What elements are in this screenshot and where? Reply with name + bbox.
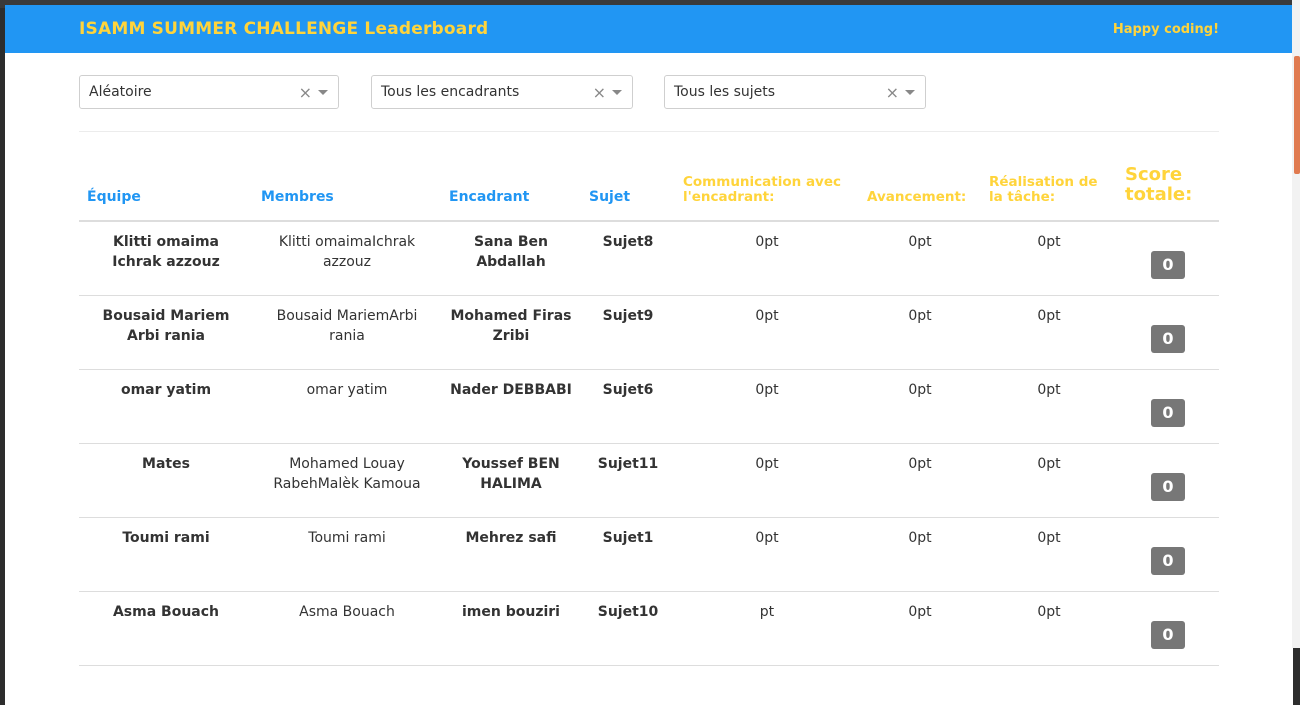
cell-realisation: 0pt <box>981 517 1117 592</box>
cell-members: Mohamed Louay RabehMalèk Kamoua <box>253 443 441 518</box>
table-row: Mates Mohamed Louay RabehMalèk Kamoua Yo… <box>79 443 1219 518</box>
cell-subject: Sujet11 <box>581 443 675 518</box>
cell-subject: Sujet1 <box>581 517 675 592</box>
table-row: omar yatim omar yatim Nader DEBBABI Suje… <box>79 369 1219 444</box>
cell-progress: 0pt <box>859 369 981 444</box>
cell-team: Bousaid Mariem Arbi rania <box>79 295 253 370</box>
supervisor-select-value: Tous les encadrants <box>381 84 520 100</box>
app-header: ISAMM SUMMER CHALLENGE Leaderboard Happy… <box>5 5 1293 53</box>
cell-supervisor: Mehrez safi <box>441 517 581 592</box>
header-communication[interactable]: Communication avec l'encadrant: <box>675 165 859 222</box>
cell-progress: 0pt <box>859 295 981 370</box>
cell-team: Asma Bouach <box>79 591 253 666</box>
table-row: Asma Bouach Asma Bouach imen bouziri Suj… <box>79 591 1219 666</box>
header-supervisor[interactable]: Encadrant <box>441 165 581 222</box>
chevron-down-icon[interactable] <box>612 90 622 95</box>
leaderboard-table: Équipe Membres Encadrant Sujet Communica… <box>79 165 1219 666</box>
score-badge: 0 <box>1151 399 1185 427</box>
clear-icon[interactable]: × <box>593 83 606 102</box>
cell-communication: 0pt <box>675 443 859 518</box>
cell-realisation: 0pt <box>981 591 1117 666</box>
header-team[interactable]: Équipe <box>79 165 253 222</box>
header-subject[interactable]: Sujet <box>581 165 675 222</box>
header-realisation[interactable]: Réalisation de la tâche: <box>981 165 1117 222</box>
page-title: ISAMM SUMMER CHALLENGE Leaderboard <box>79 19 489 39</box>
table-row: Klitti omaima Ichrak azzouz Klitti omaim… <box>79 221 1219 296</box>
cell-communication: pt <box>675 591 859 666</box>
clear-icon[interactable]: × <box>886 83 899 102</box>
cell-communication: 0pt <box>675 369 859 444</box>
cell-team: Klitti omaima Ichrak azzouz <box>79 221 253 296</box>
cell-supervisor: imen bouziri <box>441 591 581 666</box>
cell-subject: Sujet6 <box>581 369 675 444</box>
chevron-down-icon[interactable] <box>905 90 915 95</box>
table-header-row: Équipe Membres Encadrant Sujet Communica… <box>79 165 1219 222</box>
score-badge: 0 <box>1151 621 1185 649</box>
cell-score: 0 <box>1117 295 1219 370</box>
cell-members: omar yatim <box>253 369 441 444</box>
subject-select[interactable]: Tous les sujets × <box>664 75 926 109</box>
leaderboard-card: ISAMM SUMMER CHALLENGE Leaderboard Happy… <box>5 5 1293 705</box>
table-row: Toumi rami Toumi rami Mehrez safi Sujet1… <box>79 517 1219 592</box>
score-badge: 0 <box>1151 325 1185 353</box>
header-tagline: Happy coding! <box>1112 21 1219 37</box>
cell-progress: 0pt <box>859 443 981 518</box>
cell-realisation: 0pt <box>981 295 1117 370</box>
cell-members: Bousaid MariemArbi rania <box>253 295 441 370</box>
cell-score: 0 <box>1117 591 1219 666</box>
cell-communication: 0pt <box>675 517 859 592</box>
cell-progress: 0pt <box>859 221 981 296</box>
score-badge: 0 <box>1151 473 1185 501</box>
order-select[interactable]: Aléatoire × <box>79 75 339 109</box>
cell-members: Toumi rami <box>253 517 441 592</box>
cell-realisation: 0pt <box>981 443 1117 518</box>
cell-supervisor: Mohamed Firas Zribi <box>441 295 581 370</box>
table-body: Klitti omaima Ichrak azzouz Klitti omaim… <box>79 221 1219 666</box>
cell-team: Mates <box>79 443 253 518</box>
cell-subject: Sujet9 <box>581 295 675 370</box>
clear-icon[interactable]: × <box>299 83 312 102</box>
table-row: Bousaid Mariem Arbi rania Bousaid Mariem… <box>79 295 1219 370</box>
cell-progress: 0pt <box>859 591 981 666</box>
scrollbar-thumb[interactable] <box>1294 56 1300 174</box>
cell-communication: 0pt <box>675 221 859 296</box>
cell-subject: Sujet10 <box>581 591 675 666</box>
cell-members: Asma Bouach <box>253 591 441 666</box>
cell-team: Toumi rami <box>79 517 253 592</box>
order-select-value: Aléatoire <box>89 84 152 100</box>
cell-score: 0 <box>1117 369 1219 444</box>
cell-score: 0 <box>1117 443 1219 518</box>
scrollbar[interactable] <box>1292 0 1300 648</box>
chevron-down-icon[interactable] <box>318 90 328 95</box>
supervisor-select[interactable]: Tous les encadrants × <box>371 75 633 109</box>
score-badge: 0 <box>1151 547 1185 575</box>
divider <box>79 131 1219 132</box>
header-members[interactable]: Membres <box>253 165 441 222</box>
header-score[interactable]: Score totale: <box>1117 165 1219 222</box>
header-progress[interactable]: Avancement: <box>859 165 981 222</box>
cell-communication: 0pt <box>675 295 859 370</box>
filters-bar: Aléatoire × Tous les encadrants × Tous l… <box>79 75 1219 111</box>
cell-team: omar yatim <box>79 369 253 444</box>
cell-members: Klitti omaimaIchrak azzouz <box>253 221 441 296</box>
cell-supervisor: Nader DEBBABI <box>441 369 581 444</box>
cell-subject: Sujet8 <box>581 221 675 296</box>
cell-supervisor: Sana Ben Abdallah <box>441 221 581 296</box>
cell-realisation: 0pt <box>981 369 1117 444</box>
subject-select-value: Tous les sujets <box>674 84 776 100</box>
cell-score: 0 <box>1117 221 1219 296</box>
cell-supervisor: Youssef BEN HALIMA <box>441 443 581 518</box>
cell-progress: 0pt <box>859 517 981 592</box>
cell-score: 0 <box>1117 517 1219 592</box>
score-badge: 0 <box>1151 251 1185 279</box>
cell-realisation: 0pt <box>981 221 1117 296</box>
